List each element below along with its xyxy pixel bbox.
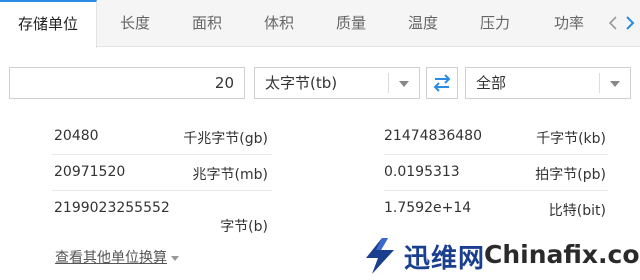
tab-mass[interactable]: 质量 [320, 0, 382, 47]
chevron-down-icon [399, 81, 409, 87]
more-units-link[interactable]: 查看其他单位换算 [55, 247, 179, 267]
swap-arrows-icon [433, 74, 451, 92]
result-unit: 兆字节(mb) [192, 167, 268, 183]
value-input[interactable] [9, 67, 245, 99]
unit-category-tabs: 存储单位 长度 面积 体积 质量 温度 压力 功率 [0, 0, 640, 48]
result-value: 20971520 [54, 164, 126, 180]
tab-volume[interactable]: 体积 [248, 0, 310, 47]
from-unit-label: 太字节(tb) [265, 74, 338, 92]
tab-storage-units[interactable]: 存储单位 [0, 0, 97, 48]
chevron-left-icon[interactable] [604, 0, 622, 47]
result-unit: 千字节(kb) [536, 131, 606, 147]
result-unit: 比特(bit) [548, 203, 606, 219]
tab-pressure[interactable]: 压力 [464, 0, 526, 47]
to-unit-label: 全部 [476, 74, 507, 92]
result-value: 1.7592e+14 [384, 200, 472, 216]
chevron-down-icon [171, 255, 179, 261]
tab-length[interactable]: 长度 [104, 0, 166, 47]
more-units-label: 查看其他单位换算 [55, 250, 167, 266]
swap-button[interactable] [426, 67, 458, 99]
row-divider [52, 154, 272, 155]
result-value: 0.0195313 [384, 164, 460, 180]
tab-temperature[interactable]: 温度 [392, 0, 454, 47]
watermark-brand: 迅维网 [404, 244, 486, 274]
row-divider [52, 190, 272, 191]
from-unit-select[interactable]: 太字节(tb) [254, 67, 420, 99]
to-unit-select[interactable]: 全部 [465, 67, 631, 99]
chevron-down-icon [610, 81, 620, 87]
tab-area[interactable]: 面积 [176, 0, 238, 47]
result-value: 20480 [54, 128, 99, 144]
result-value: 2199023255552 [54, 200, 170, 216]
result-unit: 字节(b) [220, 219, 268, 235]
result-unit: 千兆字节(gb) [183, 131, 268, 147]
watermark-site: Chinafix.com [484, 240, 640, 269]
select-divider [599, 73, 600, 93]
lightning-logo-icon [366, 238, 394, 274]
result-unit: 拍字节(pb) [535, 167, 606, 183]
select-divider [388, 73, 389, 93]
tab-power[interactable]: 功率 [536, 0, 602, 47]
result-value: 21474836480 [384, 128, 482, 144]
watermark: 迅维网 Chinafix.com [356, 228, 640, 280]
row-divider [384, 190, 608, 191]
chevron-right-icon[interactable] [621, 0, 639, 47]
row-divider [384, 154, 608, 155]
